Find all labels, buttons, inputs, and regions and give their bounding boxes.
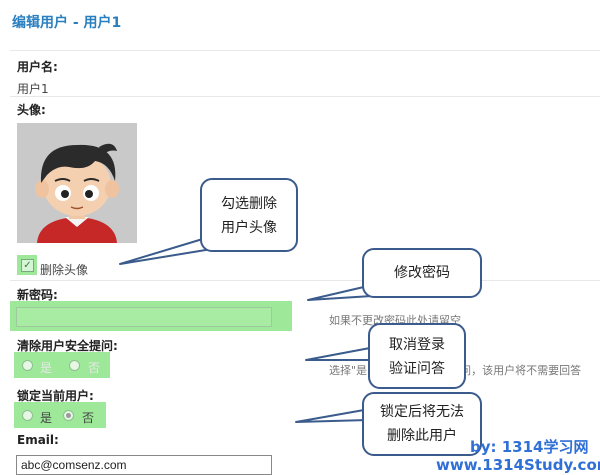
callout-text: 验证问答 — [389, 361, 445, 377]
callout-text: 取消登录 — [389, 337, 445, 353]
watermark-line2: www.1314Study.com — [436, 456, 600, 474]
callout-pointers — [119, 237, 373, 423]
callout-text: 删除此用户 — [387, 428, 457, 444]
watermark-line1: by: 1314学习网 — [470, 438, 589, 456]
callout-lock-warning: 锁定后将无法 删除此用户 — [362, 392, 482, 456]
callout-text: 修改密码 — [394, 265, 450, 281]
callout-change-password: 修改密码 — [362, 248, 482, 298]
callout-delete-avatar: 勾选删除 用户头像 — [200, 178, 298, 252]
callout-text: 用户头像 — [221, 220, 277, 236]
callout-text: 勾选删除 — [221, 196, 277, 212]
callout-text: 锁定后将无法 — [380, 404, 464, 420]
callout-cancel-verify: 取消登录 验证问答 — [368, 323, 466, 389]
